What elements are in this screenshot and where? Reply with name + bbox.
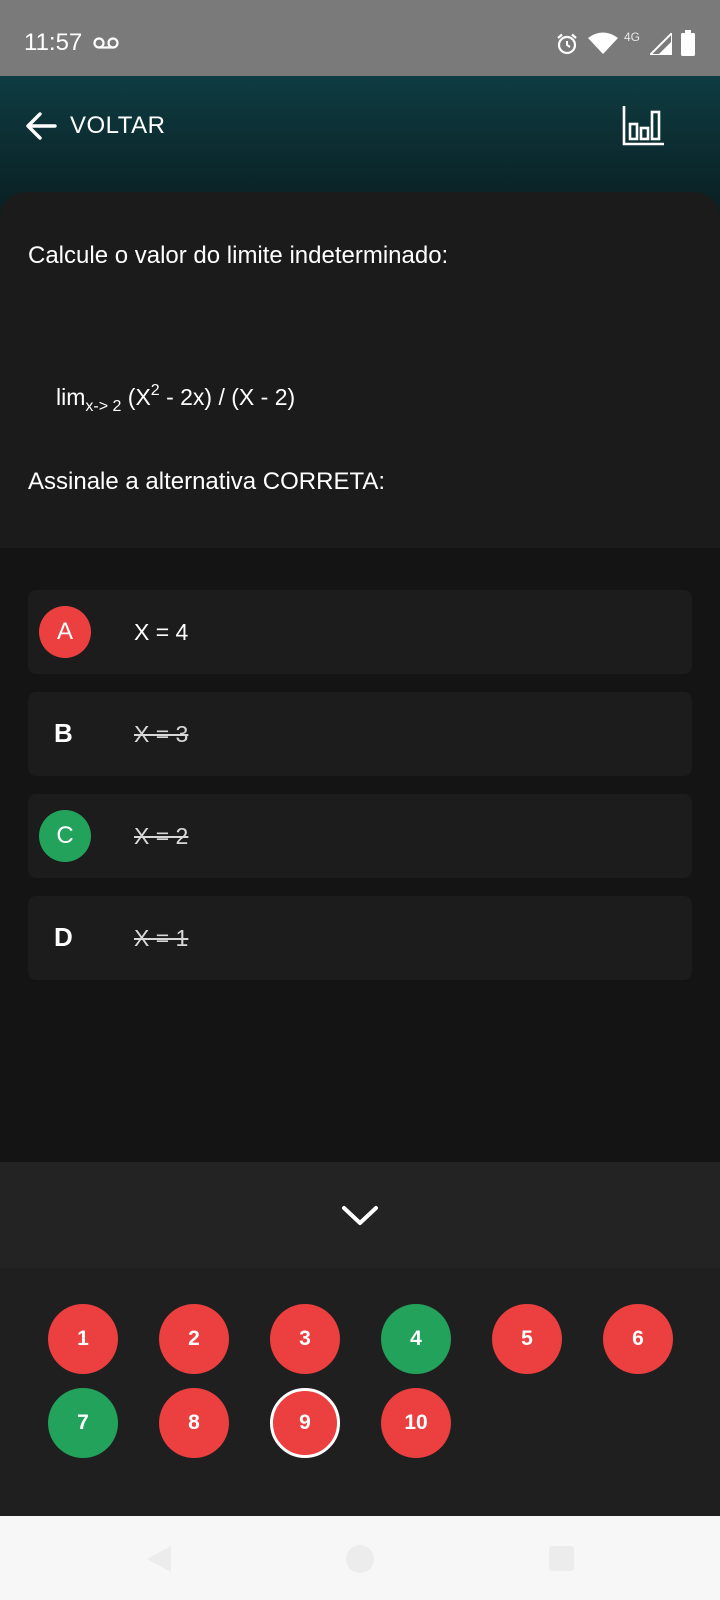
formula-part2: - 2x) / (X - 2) xyxy=(159,384,296,410)
question-intro: Calcule o valor do limite indeterminado: xyxy=(28,242,449,269)
formula-part1: (X xyxy=(121,384,151,410)
battery-icon xyxy=(681,30,695,56)
question-bubble-5[interactable]: 5 xyxy=(492,1304,562,1374)
option-d[interactable]: D X = 1 xyxy=(28,896,692,980)
option-letter: B xyxy=(54,718,73,748)
alarm-icon xyxy=(557,33,577,55)
back-button[interactable]: VOLTAR xyxy=(24,106,165,146)
question-bubble-6[interactable]: 6 xyxy=(603,1304,673,1374)
option-text: X = 1 xyxy=(134,925,189,951)
option-letter-badge: A xyxy=(39,606,91,658)
question-navigator: 1 2 3 4 5 6 7 8 9 10 xyxy=(0,1268,720,1516)
system-home-icon[interactable] xyxy=(346,1545,374,1573)
formula-lim: lim xyxy=(56,384,86,410)
question-bubble-7[interactable]: 7 xyxy=(48,1388,118,1458)
signal-icon xyxy=(650,33,672,55)
voicemail-icon xyxy=(93,37,119,49)
arrow-left-icon xyxy=(26,112,57,140)
option-b[interactable]: B X = 3 xyxy=(28,692,692,776)
system-recents-icon[interactable] xyxy=(549,1546,574,1571)
question-bubble-3[interactable]: 3 xyxy=(270,1304,340,1374)
screen: 11:57 4G VOLTAR Calcule o valor do limit… xyxy=(0,0,720,1600)
bar-chart-icon[interactable] xyxy=(620,104,668,148)
question-bubble-2[interactable]: 2 xyxy=(159,1304,229,1374)
option-c[interactable]: C X = 2 xyxy=(28,794,692,878)
option-text: X = 2 xyxy=(134,823,189,849)
option-a[interactable]: A X = 4 xyxy=(28,590,692,674)
status-bar: 11:57 4G xyxy=(0,0,720,76)
option-letter: D xyxy=(54,922,73,952)
question-bubble-8[interactable]: 8 xyxy=(159,1388,229,1458)
back-label: VOLTAR xyxy=(70,112,166,139)
question-bubble-9-current[interactable]: 9 xyxy=(270,1388,340,1458)
system-back-icon[interactable] xyxy=(145,1544,173,1574)
question-card: Calcule o valor do limite indeterminado:… xyxy=(0,192,720,548)
question-bubble-4[interactable]: 4 xyxy=(381,1304,451,1374)
network-type-label: 4G xyxy=(624,30,641,44)
formula-subscript: x-> 2 xyxy=(85,398,122,415)
option-text: X = 3 xyxy=(134,721,189,747)
chevron-down-icon xyxy=(342,1206,378,1225)
formula-exponent: 2 xyxy=(150,382,160,399)
option-letter-badge: C xyxy=(39,810,91,862)
question-prompt: Assinale a alternativa CORRETA: xyxy=(28,468,386,495)
question-bubble-10[interactable]: 10 xyxy=(381,1388,451,1458)
question-bubble-1[interactable]: 1 xyxy=(48,1304,118,1374)
wifi-icon xyxy=(588,32,618,54)
question-formula: limx-> 2 (X2 - 2x) / (X - 2) xyxy=(56,382,295,416)
status-time: 11:57 xyxy=(24,29,83,56)
system-nav-bar xyxy=(0,1516,720,1600)
option-text: X = 4 xyxy=(134,619,189,645)
collapse-navigator-button[interactable] xyxy=(0,1162,720,1268)
